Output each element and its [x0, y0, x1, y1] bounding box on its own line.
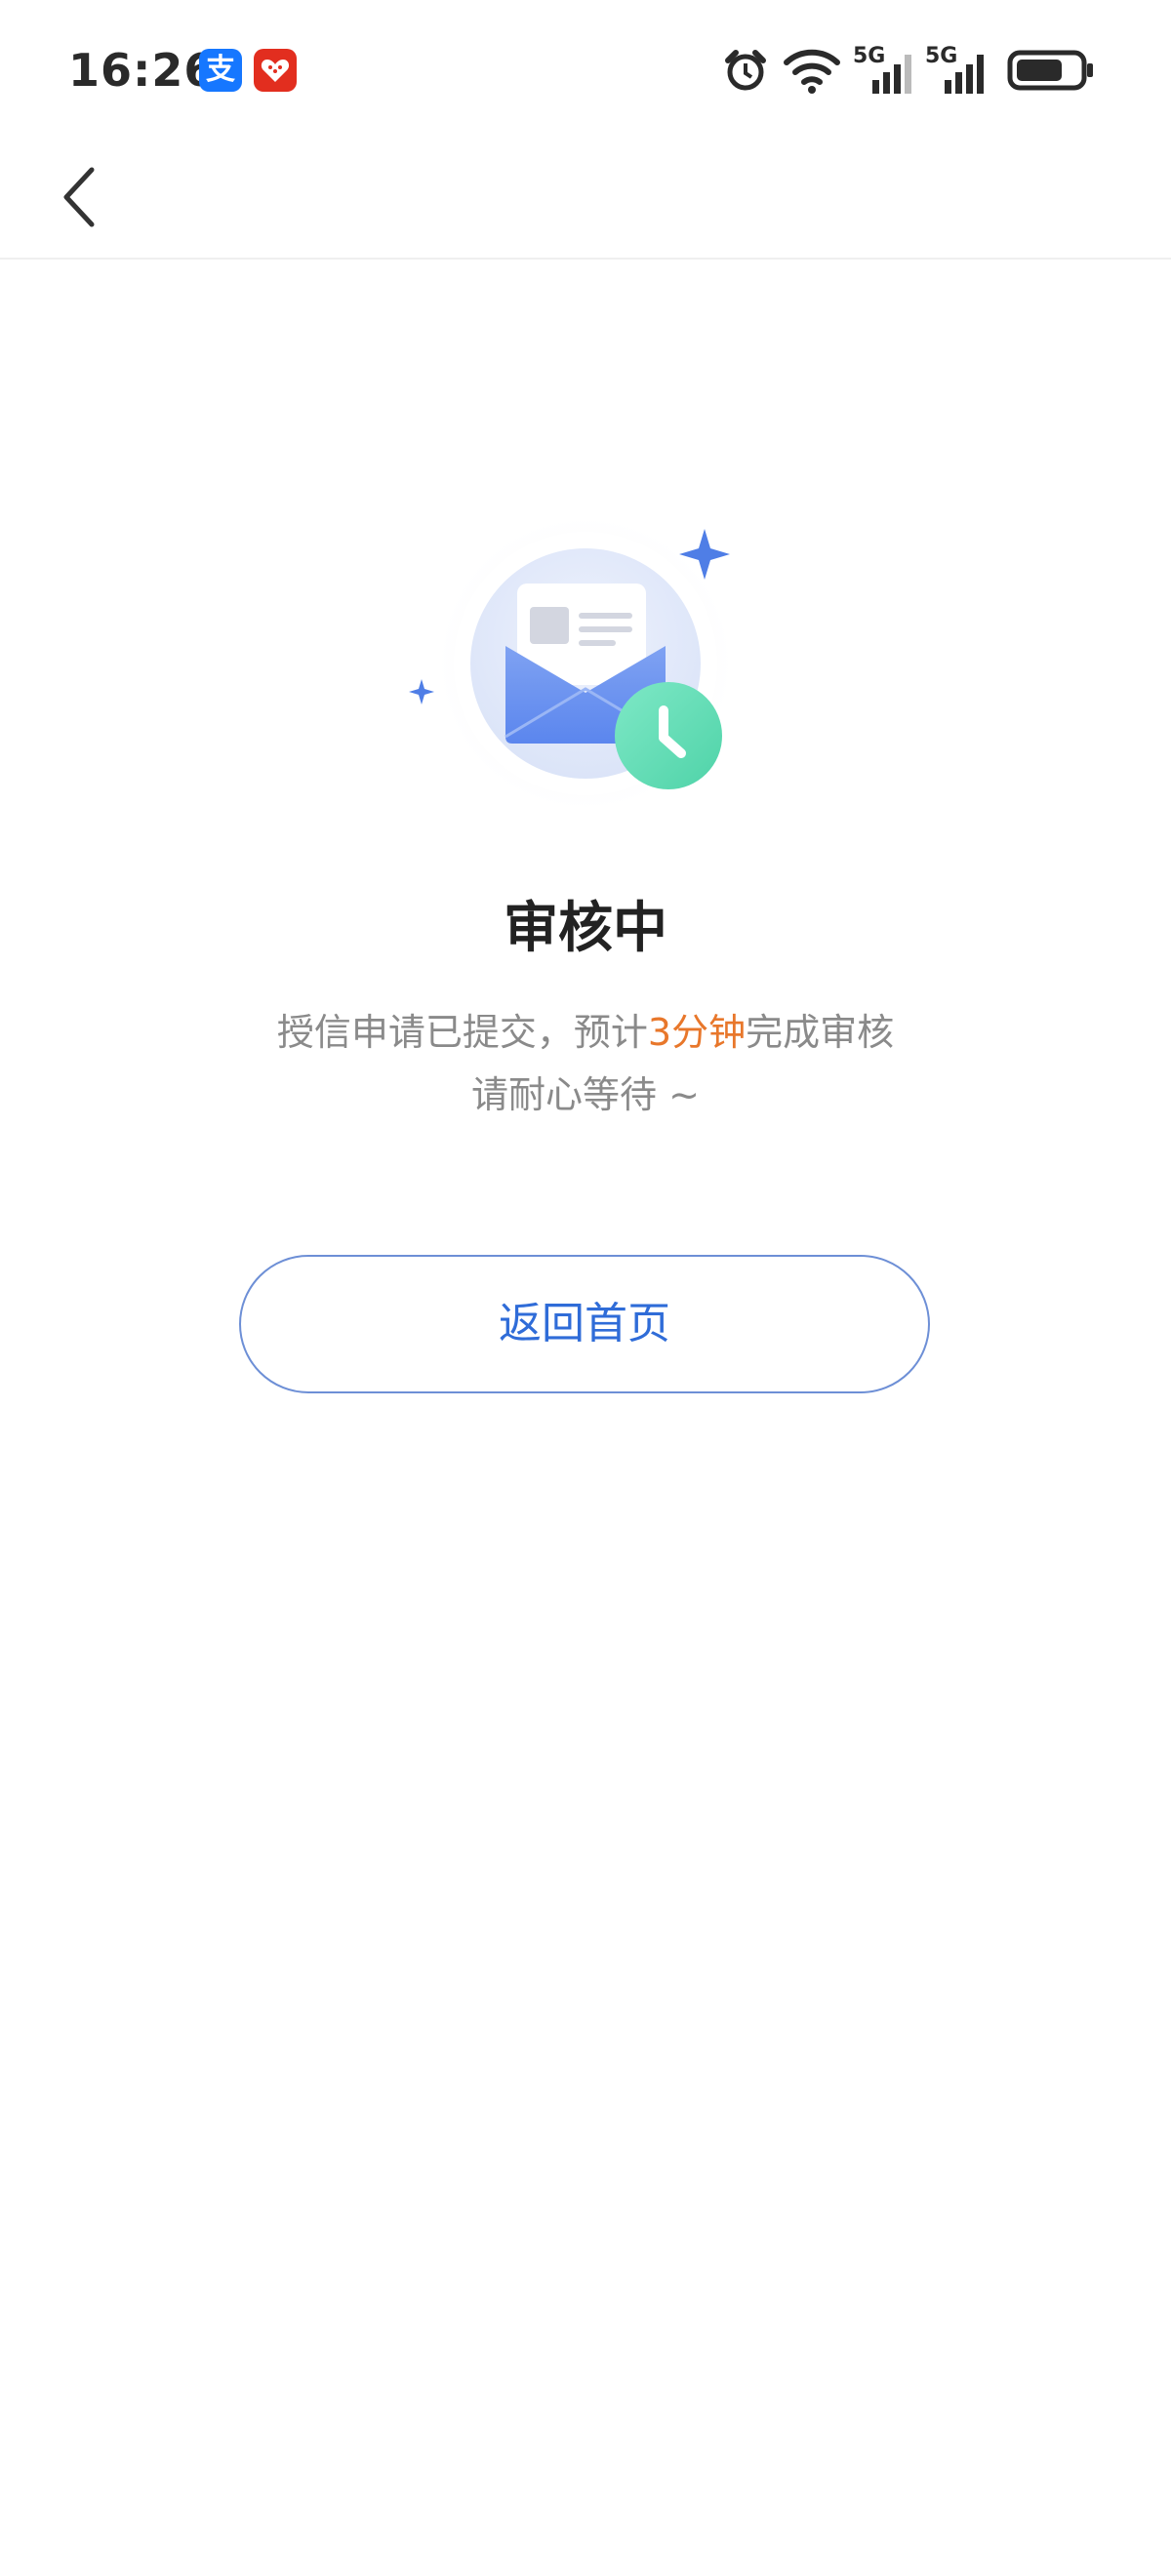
alipay-badge-label: 支 [206, 53, 235, 87]
estimated-time-highlight: 3分钟 [647, 1011, 747, 1054]
status-bar: 16:26 支 5G 5G [0, 0, 1171, 144]
cellular-signal-icon: 5G [853, 44, 911, 94]
description-suffix: 完成审核 [746, 1011, 895, 1054]
chevron-left-icon [63, 167, 95, 227]
pinduoduo-app-icon [254, 49, 297, 92]
nav-bar [0, 144, 1171, 260]
envelope-clock-illustration [390, 498, 781, 888]
return-home-button[interactable]: 返回首页 [239, 1255, 930, 1393]
alarm-clock-icon [725, 50, 766, 91]
status-time: 16:26 [68, 44, 217, 97]
page-title: 审核中 [504, 897, 667, 960]
network-type-2: 5G [925, 44, 957, 68]
status-icons: 5G 5G [722, 39, 1112, 101]
battery-icon [1007, 50, 1093, 91]
network-type-1: 5G [853, 44, 885, 68]
wait-hint: 请耐心等待 ~ [471, 1073, 700, 1116]
cellular-signal-icon-2: 5G [925, 44, 984, 94]
review-description: 授信申请已提交，预计3分钟完成审核 [0, 1003, 1171, 1062]
description-prefix: 授信申请已提交，预计 [276, 1011, 648, 1054]
back-button[interactable] [45, 156, 113, 238]
alipay-app-icon: 支 [199, 49, 242, 92]
wifi-icon [784, 49, 840, 94]
